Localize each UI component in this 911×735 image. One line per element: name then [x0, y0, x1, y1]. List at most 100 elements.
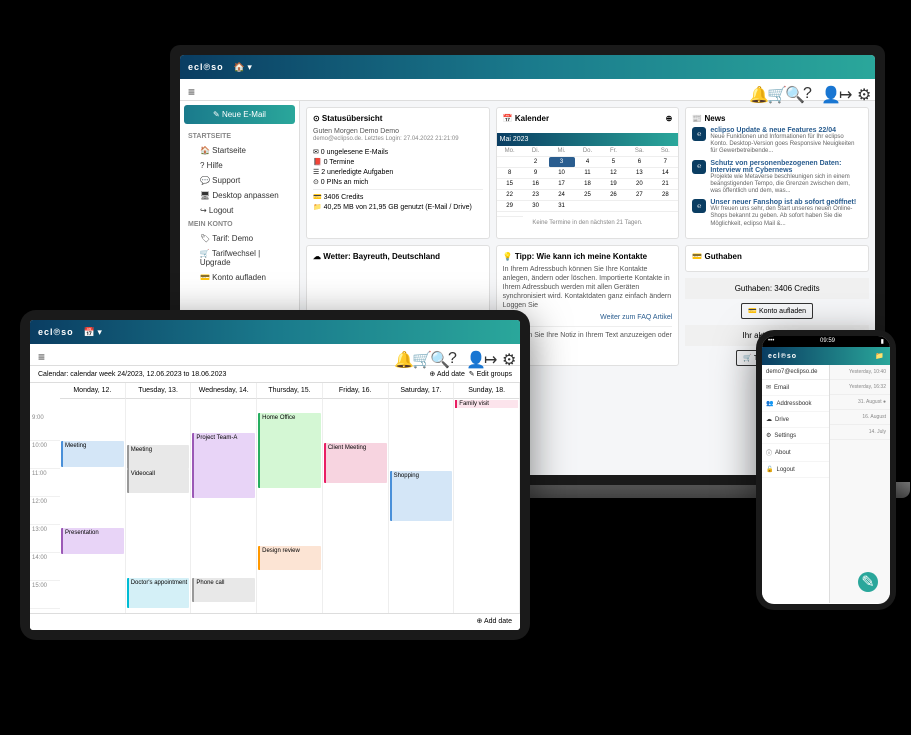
cal-date[interactable]	[626, 201, 652, 212]
sidebar-tarif[interactable]: 🏷 Tarif: Demo	[184, 231, 295, 246]
cal-date[interactable]: 16	[523, 179, 549, 190]
phone-list-item[interactable]: Yesterday, 16:32	[830, 380, 890, 395]
cal-date[interactable]: 23	[523, 190, 549, 201]
calendar-nav-icon[interactable]: 📅 ▾	[84, 327, 102, 338]
phone-list-item[interactable]: 31. August ●	[830, 395, 890, 410]
phone-menu-item[interactable]: ⚙Settings	[762, 428, 829, 444]
logout-icon[interactable]: ↦	[839, 85, 849, 95]
day-column[interactable]: Meeting Presentation	[60, 413, 126, 613]
cal-date[interactable]: 30	[523, 201, 549, 212]
sidebar-upgrade[interactable]: 🛒 Tarifwechsel | Upgrade	[184, 246, 295, 270]
phone-list-item[interactable]: Yesterday, 10:40	[830, 365, 890, 380]
calendar-event[interactable]: Project Team-A	[192, 433, 255, 498]
search-icon[interactable]: 🔍	[430, 350, 440, 360]
cal-date[interactable]	[600, 201, 626, 212]
add-date-link[interactable]: ⊕ Add date	[429, 371, 464, 378]
cal-date[interactable]: 15	[497, 179, 523, 190]
aufladen-button[interactable]: 💳 Konto aufladen	[741, 303, 813, 319]
menu-icon[interactable]: ≡	[188, 85, 198, 95]
help-icon[interactable]: ?	[803, 85, 813, 95]
news-item[interactable]: ℮Schutz von personenbezogenen Daten: Int…	[692, 160, 862, 196]
bell-icon[interactable]: 🔔	[749, 85, 759, 95]
day-column[interactable]	[454, 413, 520, 613]
news-item[interactable]: ℮Unser neuer Fanshop ist ab sofort geöff…	[692, 199, 862, 228]
cal-date[interactable]: 8	[497, 168, 523, 179]
cal-date[interactable]: 27	[626, 190, 652, 201]
cal-date[interactable]: 26	[600, 190, 626, 201]
cal-date[interactable]: 4	[575, 157, 601, 168]
sidebar-support[interactable]: 💬 Support	[184, 173, 295, 188]
calendar-event[interactable]: Phone call	[192, 578, 255, 602]
cal-date[interactable]: 5	[600, 157, 626, 168]
edit-groups-link[interactable]: ✎ Edit groups	[469, 371, 512, 378]
cal-date[interactable]: 28	[652, 190, 678, 201]
cal-date[interactable]: 13	[626, 168, 652, 179]
calendar-event[interactable]: Design review	[258, 546, 321, 570]
sidebar-desktop[interactable]: 🖥 Desktop anpassen	[184, 188, 295, 203]
cal-date[interactable]: 25	[575, 190, 601, 201]
sidebar-logout[interactable]: ↪ Logout	[184, 203, 295, 218]
add-icon[interactable]: ⊕	[666, 114, 673, 123]
gear-icon[interactable]: ⚙	[502, 350, 512, 360]
cal-date[interactable]: 12	[600, 168, 626, 179]
logout-icon[interactable]: ↦	[484, 350, 494, 360]
calendar-event[interactable]: Shopping	[390, 471, 453, 521]
help-icon[interactable]: ?	[448, 350, 458, 360]
calendar-event[interactable]: Meeting	[127, 445, 190, 469]
day-column[interactable]: Project Team-A Phone call	[191, 413, 257, 613]
new-email-button[interactable]: ✎ Neue E-Mail	[184, 105, 295, 124]
phone-menu-item[interactable]: ✉Email	[762, 380, 829, 396]
cal-date[interactable]: 20	[626, 179, 652, 190]
phone-list-item[interactable]: 14. July	[830, 425, 890, 440]
cal-date[interactable]: 10	[549, 168, 575, 179]
day-column[interactable]: Shopping	[389, 413, 455, 613]
compose-fab[interactable]: ✎	[858, 572, 878, 592]
cal-date[interactable]: 9	[523, 168, 549, 179]
cal-date[interactable]: 22	[497, 190, 523, 201]
news-item[interactable]: ℮eclipso Update & neue Features 22/04Neu…	[692, 127, 862, 156]
cal-date[interactable]: 24	[549, 190, 575, 201]
cal-date[interactable]: 2	[523, 157, 549, 168]
folder-icon[interactable]: 📁	[875, 352, 884, 360]
bell-icon[interactable]: 🔔	[394, 350, 404, 360]
cal-date[interactable]: 31	[549, 201, 575, 212]
cal-date[interactable]	[652, 201, 678, 212]
menu-icon[interactable]: ≡	[38, 350, 48, 360]
calendar-event[interactable]: Doctor's appointment	[127, 578, 190, 608]
phone-list-item[interactable]: 16. August	[830, 410, 890, 425]
cal-date[interactable]	[497, 212, 523, 217]
cal-date[interactable]: 7	[652, 157, 678, 168]
cart-icon[interactable]: 🛒	[767, 85, 777, 95]
cal-date[interactable]: 29	[497, 201, 523, 212]
day-column[interactable]: Home Office Design review	[257, 413, 323, 613]
phone-menu-item[interactable]: 🔓Logout	[762, 462, 829, 478]
allday-event[interactable]: Family visit	[455, 400, 518, 408]
phone-menu-item[interactable]: ⓘAbout	[762, 444, 829, 462]
cal-date[interactable]: 3	[549, 157, 575, 168]
cal-date[interactable]: 21	[652, 179, 678, 190]
cal-date[interactable]: 19	[600, 179, 626, 190]
user-icon[interactable]: 👤	[821, 85, 831, 95]
calendar-event[interactable]: Home Office	[258, 413, 321, 488]
cal-date[interactable]: 14	[652, 168, 678, 179]
phone-menu-item[interactable]: ☁Drive	[762, 412, 829, 428]
phone-menu-item[interactable]: 👥Addressbook	[762, 396, 829, 412]
cal-date[interactable]: 18	[575, 179, 601, 190]
calendar-event[interactable]: Meeting	[61, 441, 124, 467]
cal-date[interactable]: 17	[549, 179, 575, 190]
gear-icon[interactable]: ⚙	[857, 85, 867, 95]
home-icon[interactable]: 🏠 ▾	[234, 62, 252, 73]
user-icon[interactable]: 👤	[466, 350, 476, 360]
sidebar-hilfe[interactable]: ? Hilfe	[184, 158, 295, 173]
calendar-event[interactable]: Client Meeting	[324, 443, 387, 483]
sidebar-startseite[interactable]: 🏠 Startseite	[184, 143, 295, 158]
calendar-event[interactable]: Presentation	[61, 528, 124, 554]
calendar-event[interactable]: Videocall	[127, 469, 190, 493]
day-column[interactable]: Client Meeting	[323, 413, 389, 613]
day-column[interactable]: MeetingVideocall Doctor's appointment	[126, 413, 192, 613]
sidebar-aufladen[interactable]: 💳 Konto aufladen	[184, 270, 295, 285]
cal-date[interactable]	[575, 201, 601, 212]
search-icon[interactable]: 🔍	[785, 85, 795, 95]
cal-date[interactable]: 6	[626, 157, 652, 168]
cart-icon[interactable]: 🛒	[412, 350, 422, 360]
